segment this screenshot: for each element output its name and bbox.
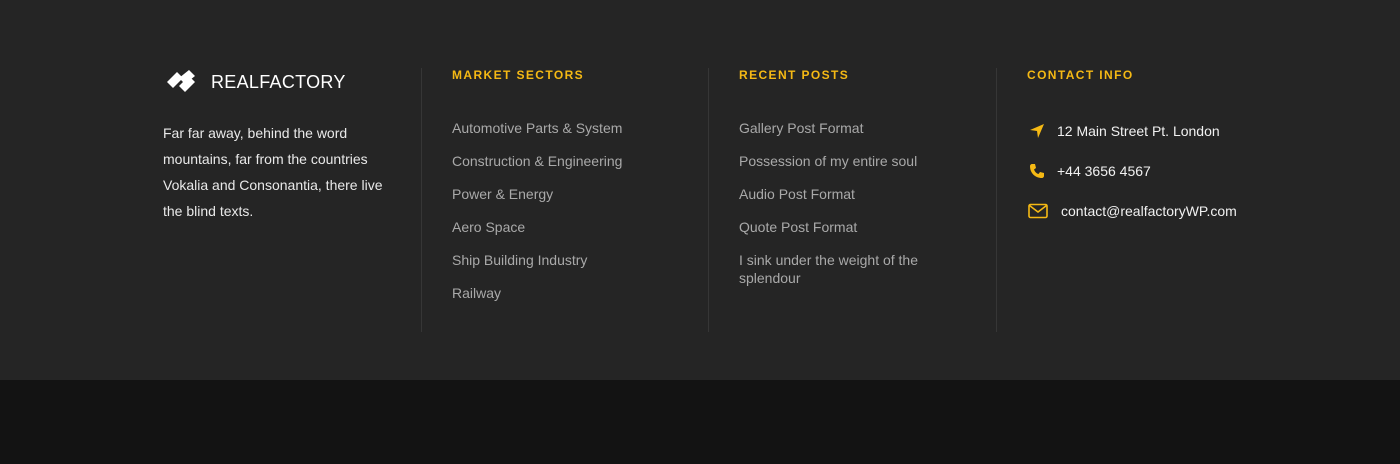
post-link[interactable]: Audio Post Format xyxy=(739,185,949,203)
contact-address: 12 Main Street Pt. London xyxy=(1027,122,1256,140)
post-link[interactable]: Gallery Post Format xyxy=(739,119,949,137)
sector-link[interactable]: Construction & Engineering xyxy=(452,152,709,170)
contact-list: 12 Main Street Pt. London +44 3656 4567 … xyxy=(1027,122,1256,220)
contact-info-column: CONTACT INFO 12 Main Street Pt. London +… xyxy=(996,68,1256,332)
contact-email[interactable]: contact@realfactoryWP.com xyxy=(1027,202,1256,220)
envelope-icon xyxy=(1027,202,1049,220)
market-sectors-title: MARKET SECTORS xyxy=(452,68,585,82)
brand-name: REALFACTORY xyxy=(211,71,346,92)
email-text: contact@realfactoryWP.com xyxy=(1061,203,1237,219)
market-sectors-column: MARKET SECTORS Automotive Parts & System… xyxy=(421,68,709,332)
location-arrow-icon xyxy=(1027,122,1047,140)
sector-link[interactable]: Power & Energy xyxy=(452,185,709,203)
post-link[interactable]: Quote Post Format xyxy=(739,218,949,236)
post-link[interactable]: I sink under the weight of the splendour xyxy=(739,251,949,287)
phone-icon xyxy=(1027,162,1047,180)
contact-info-title: CONTACT INFO xyxy=(1027,68,1134,82)
phone-text: +44 3656 4567 xyxy=(1057,163,1151,179)
recent-posts-column: RECENT POSTS Gallery Post Format Possess… xyxy=(708,68,997,332)
recent-posts-list: Gallery Post Format Possession of my ent… xyxy=(739,119,997,287)
footer-bottom-bar xyxy=(0,380,1400,464)
sector-link[interactable]: Railway xyxy=(452,284,709,302)
about-text: Far far away, behind the word mountains,… xyxy=(163,125,383,219)
sector-link[interactable]: Aero Space xyxy=(452,218,709,236)
address-text: 12 Main Street Pt. London xyxy=(1057,123,1220,139)
sector-link[interactable]: Ship Building Industry xyxy=(452,251,709,269)
logo[interactable]: REALFACTORY xyxy=(163,68,421,96)
sector-link[interactable]: Automotive Parts & System xyxy=(452,119,709,137)
about-column: REALFACTORY Far far away, behind the wor… xyxy=(163,68,421,332)
post-link[interactable]: Possession of my entire soul xyxy=(739,152,949,170)
market-sectors-list: Automotive Parts & System Construction &… xyxy=(452,119,709,302)
recent-posts-title: RECENT POSTS xyxy=(739,68,850,82)
contact-phone[interactable]: +44 3656 4567 xyxy=(1027,162,1256,180)
footer-main: REALFACTORY Far far away, behind the wor… xyxy=(0,0,1400,380)
logo-icon xyxy=(167,70,195,92)
